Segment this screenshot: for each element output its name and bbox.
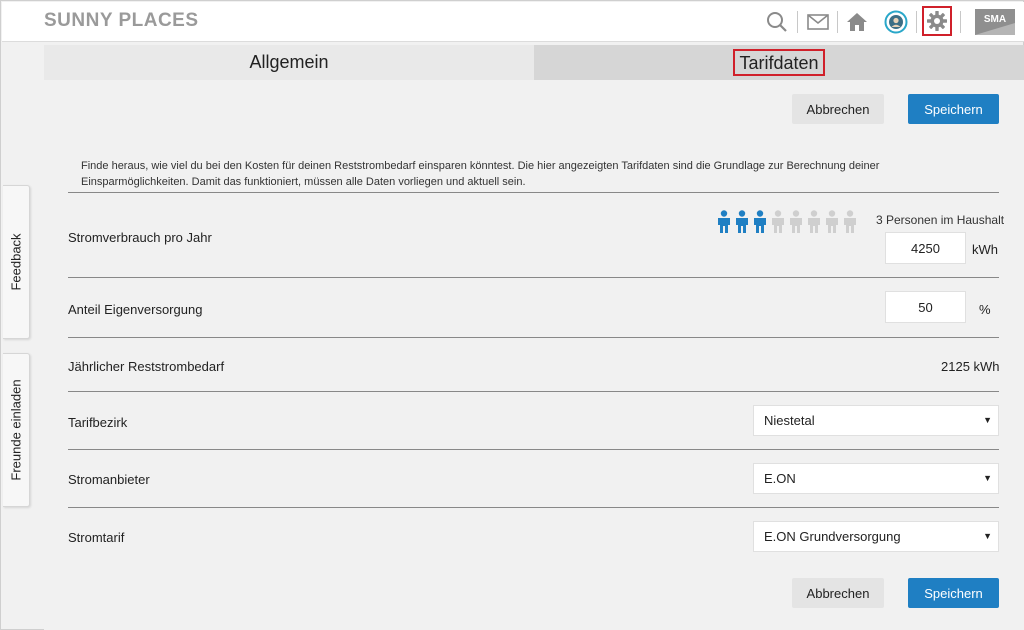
self-supply-unit: % — [979, 302, 991, 317]
sma-logo-text: SMA — [984, 14, 1006, 25]
sma-logo: SMA — [975, 9, 1015, 35]
intro-text: Finde heraus, wie viel du bei den Kosten… — [81, 160, 880, 188]
gear-icon — [925, 9, 949, 33]
consumption-unit: kWh — [972, 242, 998, 257]
invite-friends-tab-label: Freunde einladen — [8, 379, 24, 481]
residual-demand-label: Jährlicher Reststrombedarf — [68, 359, 225, 374]
person-icon[interactable] — [806, 210, 822, 234]
chevron-down-icon: ▼ — [983, 473, 992, 483]
person-icon[interactable] — [824, 210, 840, 234]
tariff-district-select[interactable]: Niestetal ▼ — [753, 405, 999, 436]
settings-panel: Allgemein Tarifdaten Abbrechen Speichern… — [44, 45, 1024, 630]
mail-icon[interactable] — [806, 10, 830, 34]
divider — [68, 391, 999, 392]
self-supply-input[interactable]: 50 — [885, 291, 966, 323]
tariff-label: Stromtarif — [68, 530, 125, 545]
divider — [68, 507, 999, 508]
divider — [68, 337, 999, 338]
settings-button[interactable] — [922, 6, 952, 36]
provider-value: E.ON — [764, 471, 796, 486]
tariff-district-value: Niestetal — [764, 413, 815, 428]
feedback-tab-label: Feedback — [8, 233, 24, 291]
tariff-district-label: Tarifbezirk — [68, 415, 128, 430]
person-icon[interactable] — [788, 210, 804, 234]
feedback-tab[interactable]: Feedback — [3, 185, 30, 339]
tariff-select[interactable]: E.ON Grundversorgung ▼ — [753, 521, 999, 552]
consumption-input[interactable]: 4250 — [885, 232, 966, 264]
header-separator — [837, 11, 838, 33]
chevron-down-icon: ▼ — [983, 415, 992, 425]
cancel-button-bottom[interactable]: Abbrechen — [792, 578, 884, 608]
save-button-top[interactable]: Speichern — [908, 94, 999, 124]
tab-tariff-data-label: Tarifdaten — [733, 49, 825, 76]
persons-caption: 3 Personen im Haushalt — [876, 213, 1005, 227]
person-icon[interactable] — [752, 210, 768, 234]
header-separator — [960, 11, 961, 33]
search-icon[interactable] — [765, 10, 789, 34]
person-icon[interactable] — [770, 210, 786, 234]
tab-tariff-data[interactable]: Tarifdaten — [534, 45, 1024, 80]
tab-general[interactable]: Allgemein — [44, 45, 534, 80]
person-icon[interactable] — [734, 210, 750, 234]
header-separator — [797, 11, 798, 33]
divider — [68, 277, 999, 278]
person-icon[interactable] — [716, 210, 732, 234]
top-header: SUNNY PLACES SMA — [2, 2, 1024, 42]
divider — [68, 192, 999, 193]
app-frame: SUNNY PLACES SMA Feedback Freunde einlad… — [0, 0, 1024, 630]
self-supply-label: Anteil Eigenversorgung — [68, 302, 203, 317]
home-icon[interactable] — [845, 10, 869, 34]
profile-icon[interactable] — [884, 10, 908, 34]
tariff-value: E.ON Grundversorgung — [764, 529, 901, 544]
chevron-down-icon: ▼ — [983, 531, 992, 541]
consumption-label: Stromverbrauch pro Jahr — [68, 230, 212, 245]
person-icon[interactable] — [842, 210, 858, 234]
divider — [68, 449, 999, 450]
residual-demand-value: 2125 kWh — [941, 359, 1000, 374]
cancel-button-top[interactable]: Abbrechen — [792, 94, 884, 124]
invite-friends-tab[interactable]: Freunde einladen — [3, 353, 30, 507]
app-logo: SUNNY PLACES — [44, 10, 199, 31]
tab-general-label: Allgemein — [249, 52, 329, 72]
provider-label: Stromanbieter — [68, 472, 150, 487]
save-button-bottom[interactable]: Speichern — [908, 578, 999, 608]
tab-bar: Allgemein Tarifdaten — [44, 45, 1024, 80]
header-separator — [916, 11, 917, 33]
provider-select[interactable]: E.ON ▼ — [753, 463, 999, 494]
